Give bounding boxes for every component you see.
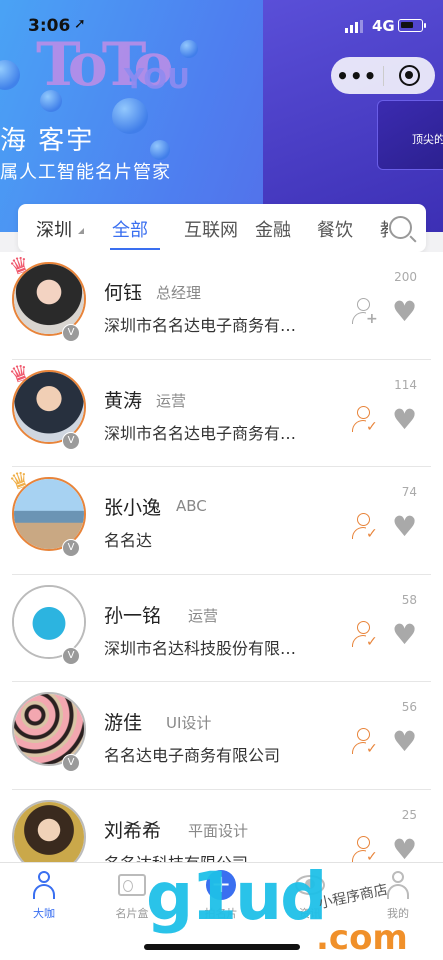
contact-list: ♛ V 何钰 总经理 深圳市名名达电子商务有… 200 + ♥ ♛ V 黄涛 运… — [0, 251, 443, 898]
city-dropdown-icon[interactable] — [78, 228, 84, 234]
like-count: 25 — [401, 807, 417, 822]
banner-side-card-text: 顶尖的 — [412, 133, 443, 146]
heart-icon[interactable]: ♥ — [392, 405, 417, 434]
watermark-logo: g1ud — [146, 858, 327, 935]
miniprogram-capsule: ••• — [331, 57, 435, 94]
status-time: 3:06 — [28, 16, 71, 36]
heart-icon[interactable]: ♥ — [392, 620, 417, 649]
contact-title: ABC — [176, 497, 207, 516]
list-item[interactable]: ♛ V 张小逸 ABC 名名达 74 ✓ ♥ — [6, 467, 431, 575]
tab-internet[interactable]: 互联网 — [184, 216, 238, 242]
contact-title: UI设计 — [166, 714, 212, 733]
contact-name: 孙一铭 — [104, 604, 162, 627]
list-item[interactable]: V 孙一铭 运营 深圳市名达科技股份有限… 58 ✓ ♥ — [12, 575, 431, 683]
contact-title: 平面设计 — [188, 821, 249, 840]
banner-subtitle: 属人工智能名片管家 — [0, 162, 171, 183]
contact-title: 运营 — [156, 391, 187, 410]
heart-icon[interactable]: ♥ — [392, 298, 417, 326]
verified-badge: V — [62, 324, 80, 342]
like-count: 200 — [394, 270, 417, 284]
city-selector[interactable]: 深圳 — [36, 216, 72, 242]
battery-tip — [424, 23, 426, 28]
contact-company: 深圳市名达科技股份有限… — [104, 638, 297, 658]
heart-icon[interactable]: ♥ — [392, 835, 417, 864]
contact-company: 深圳市名名达电子商务有… — [104, 423, 297, 443]
add-friend-icon[interactable]: + — [352, 298, 378, 326]
list-item[interactable]: V 游佳 UI设计 名名达电子商务有限公司 56 ✓ ♥ — [12, 682, 431, 790]
list-item[interactable]: ♛ V 黄涛 运营 深圳市名名达电子商务有… 114 ✓ ♥ — [6, 359, 431, 468]
location-arrow-icon: ➚ — [74, 16, 86, 32]
contact-company: 名名达电子商务有限公司 — [104, 746, 281, 766]
watermark-dotcom: .com — [316, 918, 408, 958]
search-icon[interactable] — [389, 216, 412, 239]
category-tabs: 全部 互联网 金融 餐饮 教 — [98, 204, 388, 252]
category-bar: 深圳 全部 互联网 金融 餐饮 教 — [18, 204, 426, 252]
added-friend-icon[interactable]: ✓ — [352, 513, 378, 542]
like-count: 74 — [401, 485, 417, 500]
contact-company: 名名达 — [104, 531, 153, 551]
me-icon — [387, 871, 409, 899]
tab-all[interactable]: 全部 — [112, 216, 148, 242]
tab-daka[interactable]: 大咖 — [4, 869, 84, 921]
decor-bubble — [0, 60, 20, 90]
like-count: 58 — [401, 592, 417, 607]
person-icon — [33, 871, 55, 899]
banner-title: 海 客宇 — [0, 126, 95, 156]
verified-badge: V — [62, 431, 80, 450]
home-indicator — [144, 944, 300, 950]
banner-side-card: 顶尖的 — [377, 100, 443, 170]
added-friend-icon[interactable]: ✓ — [352, 405, 378, 434]
close-button[interactable] — [383, 65, 435, 86]
contact-name: 何钰 — [104, 282, 143, 304]
tab-label: 大咖 — [33, 907, 55, 920]
like-count: 114 — [394, 377, 417, 392]
contact-name: 张小逸 — [104, 497, 162, 520]
contact-title: 运营 — [188, 606, 219, 625]
tab-finance[interactable]: 金融 — [255, 216, 291, 242]
more-icon[interactable]: ••• — [331, 64, 383, 88]
active-tab-underline — [110, 248, 160, 250]
contact-company: 深圳市名名达电子商务有… — [104, 316, 297, 335]
contact-name: 黄涛 — [104, 389, 143, 412]
list-item[interactable]: ♛ V 何钰 总经理 深圳市名名达电子商务有… 200 + ♥ — [6, 251, 431, 360]
close-icon — [398, 65, 420, 86]
battery-icon — [398, 19, 423, 32]
contact-name: 游佳 — [104, 712, 143, 735]
like-count: 56 — [401, 700, 417, 715]
signal-icon — [345, 20, 363, 33]
tab-catering[interactable]: 餐饮 — [317, 216, 353, 242]
decor-bubble — [150, 140, 170, 160]
heart-icon[interactable]: ♥ — [392, 728, 417, 756]
added-friend-icon[interactable]: ✓ — [352, 835, 378, 864]
added-friend-icon[interactable]: ✓ — [352, 728, 378, 757]
card-icon — [118, 874, 146, 896]
contact-title: 总经理 — [156, 284, 202, 302]
verified-badge: V — [62, 754, 80, 773]
verified-badge: V — [62, 539, 80, 558]
tab-education[interactable]: 教 — [380, 216, 388, 242]
heart-icon[interactable]: ♥ — [392, 513, 417, 541]
banner-logo-you: YOU — [124, 62, 190, 95]
status-bar: 3:06 ➚ 4G — [0, 0, 443, 54]
added-friend-icon[interactable]: ✓ — [352, 620, 378, 649]
network-label: 4G — [372, 17, 395, 35]
contact-name: 刘希希 — [104, 819, 162, 842]
verified-badge: V — [62, 646, 80, 665]
decor-bubble — [112, 98, 148, 134]
